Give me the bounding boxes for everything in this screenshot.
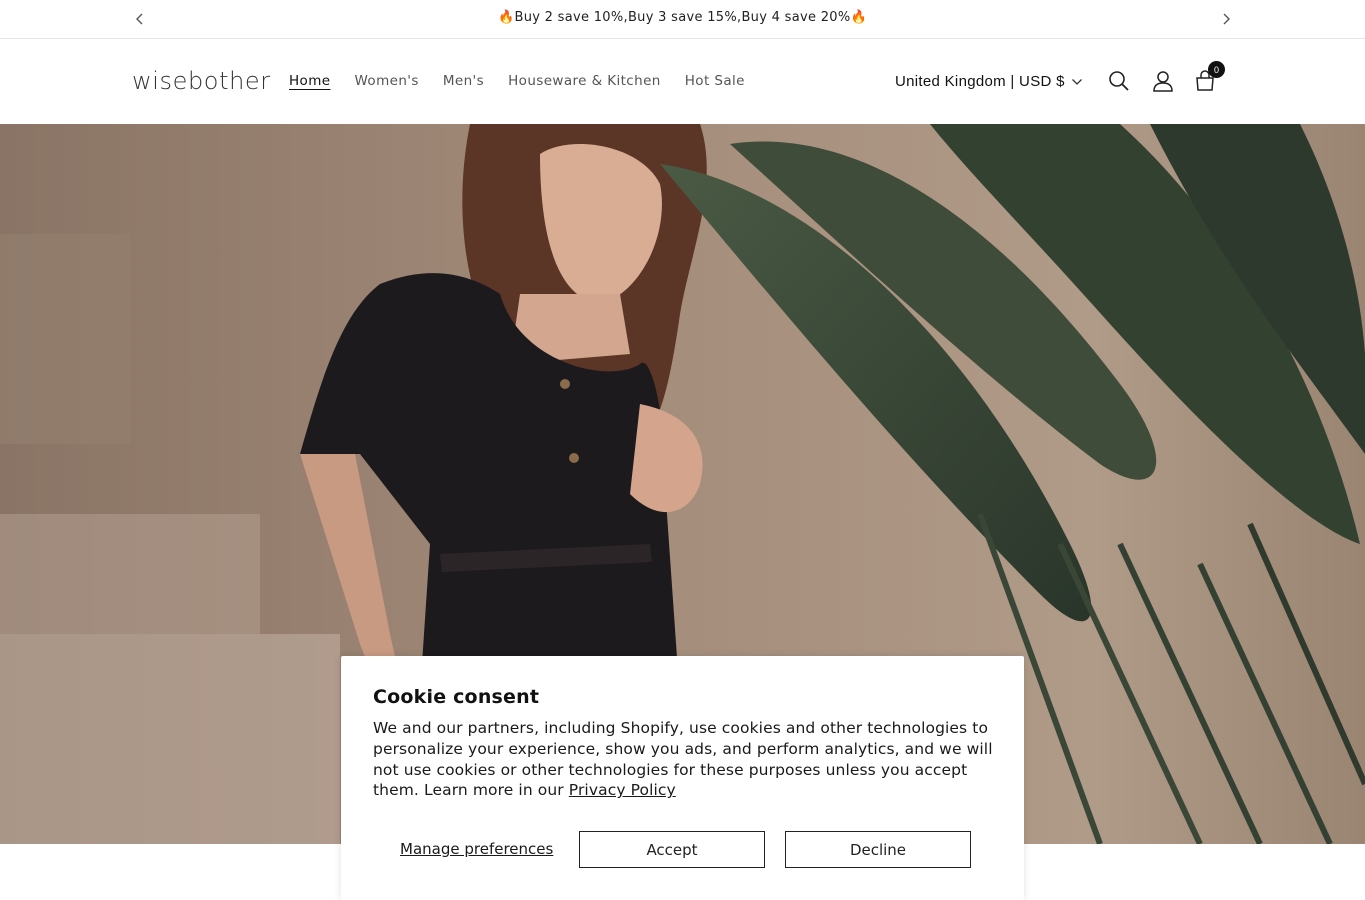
nav-item-hot-sale[interactable]: Hot Sale bbox=[685, 73, 745, 89]
cart-count-badge: 0 bbox=[1208, 61, 1225, 78]
locale-label: United Kingdom | USD $ bbox=[895, 73, 1065, 90]
cookie-consent-dialog: Cookie consent We and our partners, incl… bbox=[341, 656, 1024, 900]
cookie-body: We and our partners, including Shopify, … bbox=[373, 718, 993, 801]
cookie-body-text: We and our partners, including Shopify, … bbox=[373, 719, 993, 800]
chevron-right-icon[interactable] bbox=[1217, 10, 1235, 28]
site-logo[interactable]: wisebother bbox=[132, 67, 271, 95]
accept-button[interactable]: Accept bbox=[579, 831, 765, 868]
account-icon[interactable] bbox=[1151, 69, 1175, 93]
cookie-actions: Manage preferences Accept Decline bbox=[341, 831, 1024, 868]
nav-item-mens[interactable]: Men's bbox=[443, 73, 484, 89]
nav-item-houseware-kitchen[interactable]: Houseware & Kitchen bbox=[508, 73, 661, 89]
decline-button[interactable]: Decline bbox=[785, 831, 971, 868]
announcement-text: 🔥Buy 2 save 10%,Buy 3 save 15%,Buy 4 sav… bbox=[498, 10, 867, 25]
announcement-bar: 🔥Buy 2 save 10%,Buy 3 save 15%,Buy 4 sav… bbox=[0, 0, 1365, 39]
site-header: wisebother Home Women's Men's Houseware … bbox=[0, 39, 1365, 124]
chevron-down-icon bbox=[1071, 78, 1082, 85]
privacy-policy-link[interactable]: Privacy Policy bbox=[569, 781, 676, 799]
nav-item-womens[interactable]: Women's bbox=[354, 73, 418, 89]
locale-selector[interactable]: United Kingdom | USD $ bbox=[895, 73, 1083, 90]
manage-preferences-link[interactable]: Manage preferences bbox=[400, 840, 553, 858]
main-nav: Home Women's Men's Houseware & Kitchen H… bbox=[289, 73, 745, 89]
search-icon[interactable] bbox=[1107, 69, 1131, 93]
cookie-title: Cookie consent bbox=[373, 686, 540, 708]
nav-item-home[interactable]: Home bbox=[289, 73, 330, 89]
